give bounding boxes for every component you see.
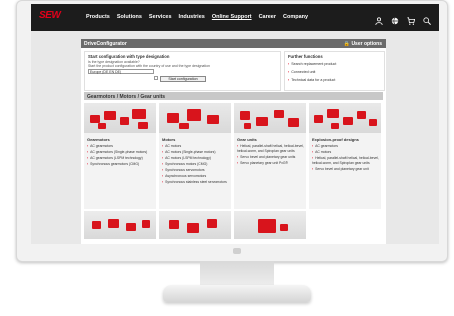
more-products-row (84, 211, 383, 244)
card-links: › AC motors › AC motors (Single-phase moto… (162, 144, 229, 186)
card-link[interactable]: › Asynchronous servomotors (162, 174, 229, 179)
link-label: Search replacement product (291, 62, 337, 66)
main-content: DriveConfigurator 🔒 User options Start c… (81, 39, 386, 244)
start-heading: Start configuration with type designatio… (88, 54, 170, 59)
product-image (234, 103, 306, 133)
cart-icon[interactable] (407, 12, 416, 25)
card-link[interactable]: › AC gearmotors (LSPM technology) (87, 156, 154, 161)
chevron-right-icon: › (288, 62, 290, 66)
product-image[interactable] (234, 211, 306, 239)
card-link[interactable]: › AC motors (312, 150, 379, 155)
card-link[interactable]: › AC gearmotors (Single-phase motors) (87, 150, 154, 155)
card-link[interactable]: › Synchronous gearmotors (CMG) (87, 162, 154, 167)
nav-company[interactable]: Company (283, 14, 308, 20)
card-link[interactable]: › Servo planetary gear unit PxG® (237, 161, 304, 166)
configurator-bar: DriveConfigurator 🔒 User options (81, 39, 386, 48)
nav-career[interactable]: Career (259, 14, 276, 20)
product-card-motors[interactable]: Motors › AC motors › AC motors (Single-pha… (159, 103, 231, 209)
card-link[interactable]: › AC motors (162, 144, 229, 149)
monitor-stand-neck (200, 261, 274, 287)
instruction-text: Start the product configuration with the… (88, 64, 210, 68)
link-label: Technical data for a product (291, 78, 336, 82)
product-image[interactable] (159, 211, 231, 239)
nav-industries[interactable]: Industries (179, 14, 205, 20)
main-nav: Products Solutions Services Industries O… (86, 14, 308, 20)
card-link[interactable]: › Servo bevel and planetary gear units (237, 155, 304, 160)
card-link[interactable]: › Synchronous servomotors (162, 168, 229, 173)
card-title: Gearmotors (87, 137, 110, 142)
monitor-logo (233, 248, 241, 254)
type-designation-checkbox[interactable] (154, 76, 158, 80)
card-link[interactable]: › Synchronous stainless steel servomotors (162, 180, 229, 185)
card-title: Motors (162, 137, 176, 142)
card-title: Gear units (237, 137, 257, 142)
screen: SEW Products Solutions Services Industri… (31, 4, 439, 244)
card-links: › AC gearmotors › AC gearmotors (Single-ph… (87, 144, 154, 168)
card-link[interactable]: › Servo bevel and planetary gear unit (312, 167, 379, 172)
further-functions-panel: Further functions › Search replacement pr… (284, 51, 385, 91)
user-options-label: User options (351, 41, 382, 47)
product-image (309, 103, 381, 133)
nav-services[interactable]: Services (149, 14, 172, 20)
card-link[interactable]: › AC motors (LSPM technology) (162, 156, 229, 161)
card-title: Explosion-proof designs (312, 137, 359, 142)
further-function-link[interactable]: › Technical data for a product (288, 78, 335, 82)
user-icon[interactable] (375, 12, 383, 26)
product-card-explosion-proof[interactable]: Explosion-proof designs › AC gearmotors ›… (309, 103, 381, 209)
page-background: DriveConfigurator 🔒 User options Start c… (31, 31, 439, 244)
start-configuration-button[interactable]: Start configuration (160, 76, 206, 82)
card-link[interactable]: › Helical, parallel-shaft helical, helica… (312, 156, 379, 165)
further-functions-title: Further functions (288, 54, 323, 59)
card-links: › AC gearmotors › AC motors › Helical, para… (312, 144, 379, 173)
nav-online-support[interactable]: Online Support (212, 14, 252, 20)
card-link[interactable]: › Synchronous motors (CMG) (162, 162, 229, 167)
logo[interactable]: SEW (39, 10, 61, 21)
chevron-right-icon: › (288, 70, 290, 74)
card-links: › Helical, parallel-shaft helical, helica… (237, 144, 304, 167)
link-label: Connected unit (291, 70, 316, 74)
start-configuration-panel: Start configuration with type designatio… (84, 51, 281, 91)
nav-products[interactable]: Products (86, 14, 110, 20)
globe-icon[interactable] (391, 12, 399, 25)
product-card-gear-units[interactable]: Gear units › Helical, parallel-shaft heli… (234, 103, 306, 209)
nav-solutions[interactable]: Solutions (117, 14, 142, 20)
product-image[interactable] (84, 211, 156, 239)
further-function-link[interactable]: › Search replacement product (288, 62, 336, 66)
product-image (84, 103, 156, 133)
section-header: Gearmotors / Motors / Gear units (84, 92, 383, 100)
header-icons (375, 12, 431, 26)
configurator-title: DriveConfigurator (84, 41, 127, 47)
further-function-link[interactable]: › Connected unit (288, 70, 315, 74)
card-link[interactable]: › AC gearmotors (312, 144, 379, 149)
card-link[interactable]: › Helical, parallel-shaft helical, helica… (237, 144, 304, 153)
site-header: SEW Products Solutions Services Industri… (31, 4, 439, 31)
search-icon[interactable] (423, 12, 431, 25)
product-image (159, 103, 231, 133)
user-options-button[interactable]: 🔒 User options (344, 41, 382, 47)
product-card-gearmotors[interactable]: Gearmotors › AC gearmotors › AC gearmotors… (84, 103, 156, 209)
monitor-stand-base (163, 285, 311, 302)
card-link[interactable]: › AC motors (Single-phase motors) (162, 150, 229, 155)
card-link[interactable]: › AC gearmotors (87, 144, 154, 149)
country-select[interactable]: Europe (DE EN DE) (88, 69, 154, 74)
section-title: Gearmotors / Motors / Gear units (87, 93, 166, 100)
chevron-right-icon: › (288, 78, 290, 82)
